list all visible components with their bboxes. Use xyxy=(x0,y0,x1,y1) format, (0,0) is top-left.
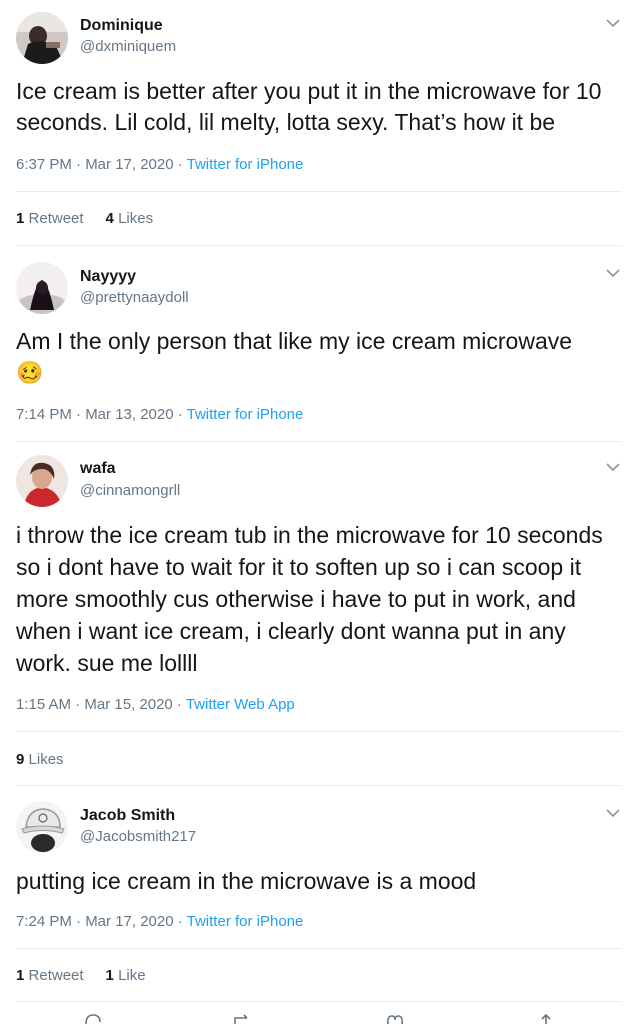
tweet-text: putting ice cream in the microwave is a … xyxy=(16,868,477,894)
share-icon[interactable] xyxy=(535,1012,557,1024)
display-name[interactable]: wafa xyxy=(80,460,116,478)
likes-count: 4 xyxy=(105,210,114,227)
user-handle[interactable]: @Jacobsmith217 xyxy=(80,828,196,845)
avatar[interactable] xyxy=(16,801,68,853)
chevron-down-icon[interactable] xyxy=(606,18,620,28)
tweet-stats: 9 Likes xyxy=(16,751,64,768)
user-handle[interactable]: @cinnamongrll xyxy=(80,482,180,499)
avatar[interactable] xyxy=(16,455,68,507)
tweet-action-bar xyxy=(0,1012,638,1024)
likes-stat[interactable]: 1 Like xyxy=(106,967,146,984)
tweet-meta: 7:24 PM · Mar 17, 2020 · Twitter for iPh… xyxy=(16,913,303,930)
tweet-timestamp[interactable]: 7:24 PM · Mar 17, 2020 · xyxy=(16,913,187,930)
like-icon[interactable] xyxy=(384,1012,406,1024)
likes-count: 9 xyxy=(16,751,25,768)
likes-label: Likes xyxy=(118,210,154,227)
tweet-meta: 1:15 AM · Mar 15, 2020 · Twitter Web App xyxy=(16,696,295,713)
avatar[interactable] xyxy=(16,12,68,64)
chevron-down-icon[interactable] xyxy=(606,268,620,278)
likes-stat[interactable]: 4 Likes xyxy=(106,210,154,227)
display-name[interactable]: Jacob Smith xyxy=(80,807,175,825)
retweets-count: 1 xyxy=(16,210,25,227)
divider xyxy=(16,191,622,192)
divider xyxy=(16,731,622,732)
retweets-stat[interactable]: 1 Retweet xyxy=(16,210,84,227)
tweet-text: Am I the only person that like my ice cr… xyxy=(16,326,626,388)
display-name[interactable]: Nayyyy xyxy=(80,268,136,286)
retweets-label: Retweet xyxy=(28,210,84,227)
divider xyxy=(16,1001,622,1002)
woozy-face-emoji: 🥴 xyxy=(16,360,44,385)
tweet-source[interactable]: Twitter for iPhone xyxy=(187,156,304,173)
divider xyxy=(16,441,622,442)
tweet-text: Ice cream is better after you put it in … xyxy=(16,78,602,135)
tweet-timestamp[interactable]: 1:15 AM · Mar 15, 2020 · xyxy=(16,696,186,713)
likes-label: Likes xyxy=(28,751,64,768)
avatar[interactable] xyxy=(16,262,68,314)
retweets-count: 1 xyxy=(16,967,25,984)
retweet-icon[interactable] xyxy=(231,1012,253,1024)
tweet-timestamp[interactable]: 7:14 PM · Mar 13, 2020 · xyxy=(16,406,187,423)
divider xyxy=(16,245,622,246)
retweets-label: Retweet xyxy=(28,967,84,984)
tweet-text-content: Am I the only person that like my ice cr… xyxy=(16,328,573,354)
chevron-down-icon[interactable] xyxy=(606,462,620,472)
chevron-down-icon[interactable] xyxy=(606,808,620,818)
tweet-source[interactable]: Twitter for iPhone xyxy=(187,406,304,423)
tweet-meta: 6:37 PM · Mar 17, 2020 · Twitter for iPh… xyxy=(16,156,303,173)
tweet-timestamp[interactable]: 6:37 PM · Mar 17, 2020 · xyxy=(16,156,187,173)
display-name[interactable]: Dominique xyxy=(80,17,163,35)
tweet-text: i throw the ice cream tub in the microwa… xyxy=(16,522,603,676)
divider xyxy=(16,948,622,949)
user-handle[interactable]: @prettynaaydoll xyxy=(80,289,189,306)
tweet-stats: 1 Retweet 1 Like xyxy=(16,967,146,984)
user-handle[interactable]: @dxminiquem xyxy=(80,38,176,55)
tweet-source[interactable]: Twitter Web App xyxy=(186,696,295,713)
likes-count: 1 xyxy=(105,967,114,984)
tweet-stats: 1 Retweet 4 Likes xyxy=(16,210,153,227)
likes-stat[interactable]: 9 Likes xyxy=(16,751,64,768)
tweet-meta: 7:14 PM · Mar 13, 2020 · Twitter for iPh… xyxy=(16,406,303,423)
likes-label: Like xyxy=(118,967,146,984)
reply-icon[interactable] xyxy=(82,1012,104,1024)
tweet-source[interactable]: Twitter for iPhone xyxy=(187,913,304,930)
retweets-stat[interactable]: 1 Retweet xyxy=(16,967,84,984)
divider xyxy=(16,785,622,786)
